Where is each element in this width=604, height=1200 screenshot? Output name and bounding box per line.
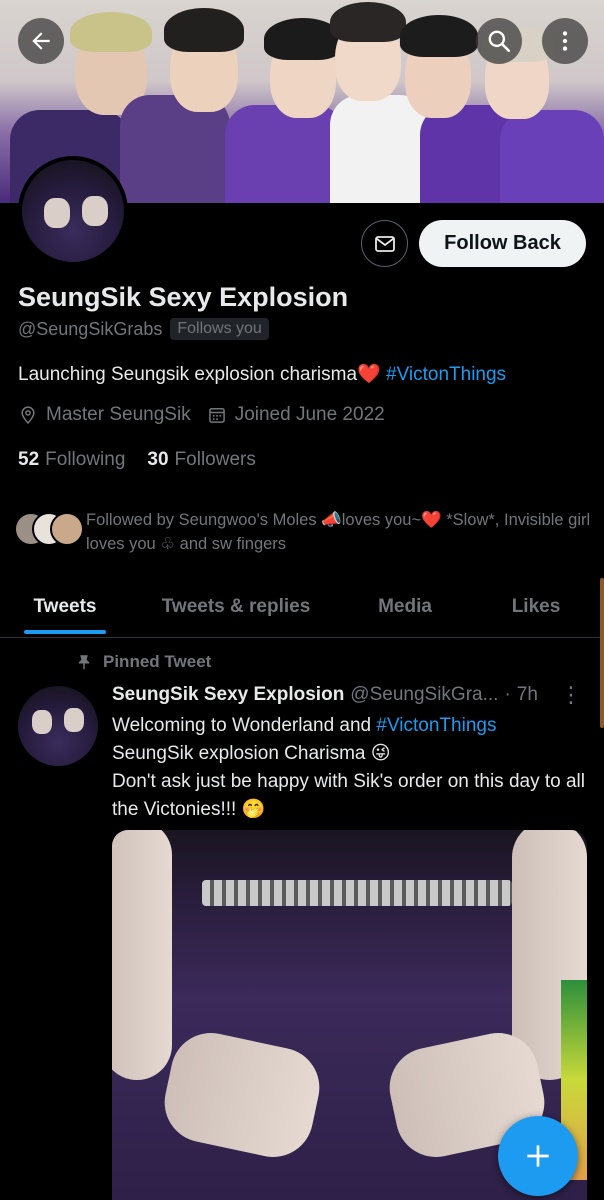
follow-back-button[interactable]: Follow Back — [419, 220, 586, 267]
profile-bio: Launching Seungsik explosion charisma❤️ … — [18, 362, 506, 386]
active-tab-indicator — [24, 630, 106, 634]
calendar-icon — [208, 408, 225, 423]
compose-tweet-button[interactable] — [498, 1116, 578, 1196]
mail-icon — [374, 235, 395, 252]
tab-label: Likes — [511, 596, 561, 617]
location-icon — [21, 406, 35, 424]
banner-figure — [70, 12, 152, 52]
scrollbar[interactable] — [600, 578, 604, 728]
tweet-author-handle[interactable]: @SeungSikGra... — [350, 684, 498, 706]
tweet-author-name[interactable]: SeungSik Sexy Explosion — [112, 684, 344, 706]
search-button[interactable] — [476, 18, 522, 64]
search-icon — [488, 30, 511, 53]
tab-media[interactable]: Media — [342, 578, 468, 636]
bio-text: Launching Seungsik explosion charisma — [18, 364, 358, 385]
media-hand — [157, 1025, 327, 1165]
avatar-hand — [82, 196, 108, 226]
follows-you-badge: Follows you — [170, 318, 269, 340]
avatar-hand — [32, 710, 52, 734]
followers-label: Followers — [174, 449, 256, 470]
media-belt — [202, 880, 512, 906]
profile-handle: @SeungSikGrabs — [18, 318, 163, 339]
more-options-button[interactable] — [542, 18, 588, 64]
mutual-avatar — [50, 512, 84, 546]
following-link[interactable]: 52 Following — [18, 449, 125, 471]
bio-hashtag-link[interactable]: #VictonThings — [386, 364, 506, 385]
tweet-separator: · — [504, 684, 511, 705]
banner-figure — [400, 15, 478, 57]
tab-likes[interactable]: Likes — [468, 578, 604, 636]
arrow-left-icon — [32, 32, 50, 50]
more-vertical-icon — [562, 31, 568, 51]
profile-location: Master SeungSik — [46, 404, 191, 425]
tweet-line1-text: Welcoming to Wonderland and — [112, 715, 377, 736]
media-arm — [112, 830, 172, 1080]
followers-link[interactable]: 30 Followers — [147, 449, 255, 471]
avatar-hand — [44, 198, 70, 228]
tweet-line: Welcoming to Wonderland and #VictonThing… — [112, 712, 592, 740]
pin-icon — [78, 655, 90, 670]
banner-figure — [164, 8, 244, 52]
pinned-label-text: Pinned Tweet — [103, 652, 212, 671]
profile-avatar[interactable] — [18, 156, 128, 266]
display-name: SeungSik Sexy Explosion — [18, 282, 349, 312]
tweet-line: SeungSik explosion Charisma 😜 — [112, 743, 391, 764]
followed-by-section[interactable]: Followed by Seungwoo's Moles 📣loves you~… — [14, 508, 594, 556]
tab-tweets-replies[interactable]: Tweets & replies — [130, 578, 342, 636]
tab-label: Media — [378, 596, 432, 617]
message-button[interactable] — [361, 220, 408, 267]
tweet-header: SeungSik Sexy Explosion @SeungSikGra... … — [112, 684, 582, 706]
tab-tweets[interactable]: Tweets — [0, 578, 130, 636]
following-count: 52 — [18, 449, 40, 470]
mutual-avatars — [14, 508, 86, 548]
plus-icon — [527, 1145, 549, 1167]
handle-row: @SeungSikGrabs Follows you — [18, 318, 269, 340]
tweet-more-icon[interactable]: ⋮ — [560, 684, 582, 706]
pinned-tweet-label: Pinned Tweet — [75, 652, 211, 672]
profile-tabs: Tweets Tweets & replies Media Likes — [0, 578, 604, 638]
banner-figure — [330, 2, 406, 42]
banner-figure — [225, 105, 345, 203]
tweet-time[interactable]: 7h — [517, 684, 538, 706]
tweet-line: Don't ask just be happy with Sik's order… — [112, 771, 585, 820]
followers-count: 30 — [147, 449, 169, 470]
back-button[interactable] — [18, 18, 64, 64]
bio-heart-emoji: ❤️ — [357, 364, 381, 385]
followed-by-text: Followed by Seungwoo's Moles 📣loves you~… — [86, 511, 591, 553]
tab-label: Tweets & replies — [161, 596, 311, 617]
tweet-hashtag-link[interactable]: #VictonThings — [376, 715, 496, 736]
tweet-body: Welcoming to Wonderland and #VictonThing… — [112, 712, 592, 824]
profile-joined-date: Joined June 2022 — [234, 404, 385, 425]
follow-stats: 52 Following 30 Followers — [18, 449, 256, 471]
following-label: Following — [45, 449, 126, 470]
banner-figure — [500, 110, 604, 203]
tweet-author-avatar[interactable] — [18, 686, 98, 766]
avatar-hand — [64, 708, 84, 732]
profile-meta: Master SeungSik Joined June 2022 — [18, 404, 385, 426]
tab-label: Tweets — [33, 596, 97, 617]
